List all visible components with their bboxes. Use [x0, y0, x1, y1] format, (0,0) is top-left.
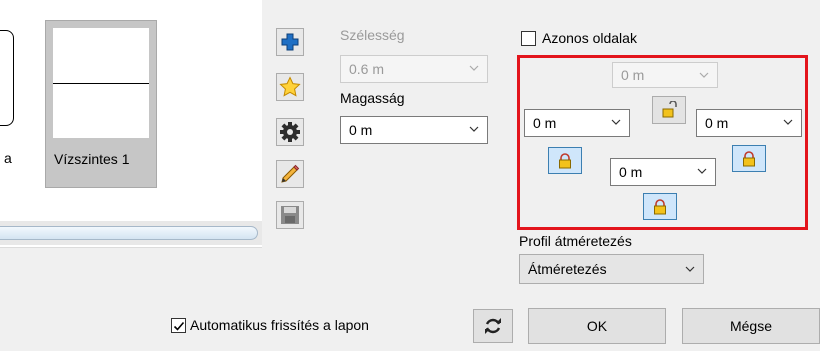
chevron-down-icon [783, 119, 793, 125]
thumbnail-selected-label: Vízszintes 1 [54, 151, 130, 167]
thumbnail-selected[interactable]: Vízszintes 1 [45, 20, 157, 188]
ok-button-label: OK [586, 318, 608, 334]
save-icon [281, 206, 299, 224]
cancel-button-label: Mégse [729, 318, 773, 334]
thumbnail-preview [53, 28, 149, 138]
scrollbar-thumb[interactable] [0, 226, 258, 240]
checkmark-icon [173, 321, 184, 331]
add-button[interactable] [276, 28, 304, 56]
thumbnail-previous-label: a [4, 150, 12, 166]
add-icon [281, 33, 299, 51]
save-button[interactable] [276, 201, 304, 229]
edit-button[interactable] [276, 160, 304, 188]
same-sides-label: Azonos oldalak [542, 30, 637, 46]
unlock-icon [662, 101, 677, 118]
bottom-side-dropdown[interactable]: 0 m [610, 158, 716, 186]
profile-resize-label: Profil átméretezés [519, 233, 632, 249]
profile-resize-value: Átméretezés [528, 261, 607, 277]
gear-icon [280, 122, 300, 142]
same-sides-checkbox[interactable] [521, 31, 536, 46]
star-icon [279, 76, 301, 97]
refresh-icon [485, 318, 501, 334]
left-side-dropdown[interactable]: 0 m [524, 109, 630, 137]
refresh-button[interactable] [473, 309, 513, 343]
width-dropdown: 0.6 m [340, 55, 488, 83]
right-side-value: 0 m [705, 115, 729, 131]
chevron-down-icon [699, 72, 709, 78]
bottom-side-value: 0 m [619, 164, 643, 180]
chevron-down-icon [685, 266, 695, 272]
top-side-dropdown: 0 m [612, 62, 718, 88]
thumbnail-panel: a Vízszintes 1 [0, 0, 262, 248]
thumbnail-previous[interactable] [0, 30, 14, 126]
settings-button[interactable] [276, 118, 304, 146]
link-all-sides-button[interactable] [652, 96, 686, 124]
width-value: 0.6 m [349, 61, 385, 77]
chevron-down-icon [469, 126, 479, 132]
lock-icon [559, 152, 571, 168]
profile-resize-dropdown[interactable]: Átméretezés [519, 254, 704, 284]
chevron-down-icon [611, 119, 621, 125]
top-side-value: 0 m [621, 67, 645, 83]
chevron-down-icon [697, 168, 707, 174]
left-side-lock-button[interactable] [548, 147, 582, 174]
auto-refresh-checkbox[interactable] [171, 318, 186, 333]
right-side-dropdown[interactable]: 0 m [696, 109, 802, 137]
horizontal-scrollbar[interactable] [0, 221, 262, 245]
height-label: Magasság [340, 90, 405, 106]
auto-refresh-label: Automatikus frissítés a lapon [190, 317, 369, 333]
ok-button[interactable]: OK [528, 308, 666, 344]
chevron-down-icon [469, 65, 479, 71]
bottom-side-lock-button[interactable] [643, 193, 677, 220]
left-side-value: 0 m [533, 115, 557, 131]
width-label: Szélesség [340, 27, 405, 43]
cancel-button[interactable]: Mégse [682, 308, 820, 344]
right-side-lock-button[interactable] [732, 145, 766, 172]
height-dropdown[interactable]: 0 m [340, 116, 488, 144]
height-value: 0 m [349, 122, 373, 138]
lock-icon [654, 198, 666, 214]
preview-line [53, 83, 149, 84]
lock-icon [743, 150, 755, 166]
pencil-icon [281, 164, 300, 183]
favorite-button[interactable] [276, 73, 304, 101]
